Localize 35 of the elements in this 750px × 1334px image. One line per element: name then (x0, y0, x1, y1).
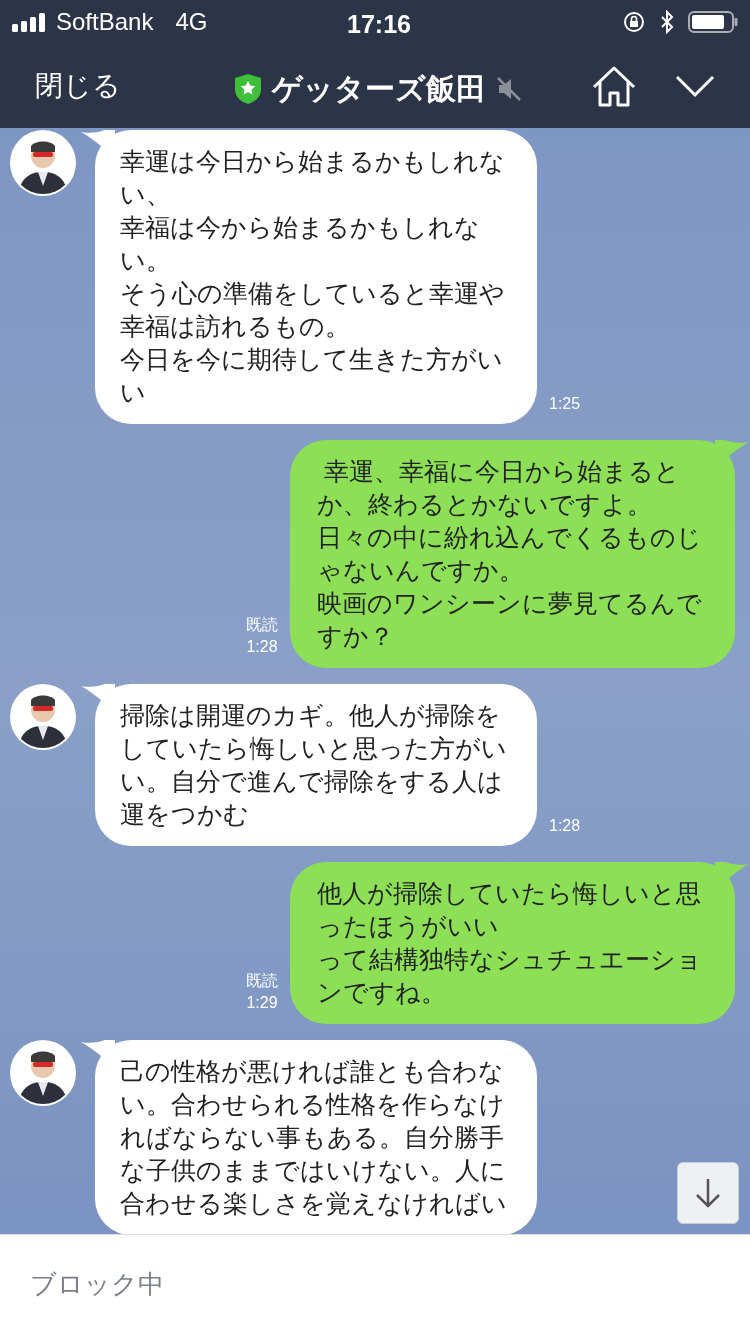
arrow-down-icon (694, 1177, 722, 1209)
verified-shield-icon (234, 72, 262, 105)
avatar[interactable] (10, 684, 76, 750)
signal-icon (12, 12, 48, 32)
message-text: 映画のワンシーンに夢見てるんですか？ (317, 588, 703, 652)
message-text: 他人が掃除していたら悔しいと思ったほうがいい (317, 878, 702, 942)
battery-icon (688, 10, 738, 34)
collapse-button[interactable] (675, 74, 715, 98)
home-button[interactable] (591, 65, 637, 107)
avatar[interactable] (10, 130, 76, 196)
message-time: 1:25 (549, 394, 581, 414)
message-text: 幸運は今日から始まるかもしれない、 (120, 146, 506, 210)
blocked-status: ブロック中 (30, 1268, 164, 1301)
message-text: 日々の中に紛れ込んでくるものじゃないんですか。 (317, 522, 703, 586)
message-text: 今日を今に期待して生きた方がいい (120, 344, 504, 408)
message-text: 己の性格が悪ければ誰とも合わない。合わせられる性格を作らなければならない事もある。自分勝手な子供のままではいけない。人に合わせる楽しさを覚えなければい (120, 1056, 508, 1219)
read-receipt: 既読 (246, 615, 278, 635)
bluetooth-icon (660, 10, 674, 34)
message-time: 1:28 (549, 816, 581, 836)
message-time: 1:29 (246, 993, 278, 1013)
rotation-lock-icon (622, 10, 646, 34)
message-text: 掃除は開運のカギ。他人が掃除をしていたら悔しいと思った方がいい。自分で進んで掃除をする人は運をつかむ (120, 700, 508, 830)
message-text: そう心の準備をしていると幸運や幸福は訪れるもの。 (120, 278, 506, 342)
chat-title: ゲッターズ飯田 (272, 71, 486, 107)
message-text: 幸運、幸福に今日から始まるとか、終わるとかないですよ。 (317, 456, 681, 520)
message-time: 1:28 (246, 637, 278, 657)
carrier-name: SoftBank (56, 7, 154, 37)
message-text: って結構独特なシュチュエーションですね。 (317, 944, 703, 1008)
network-type: 4G (175, 7, 208, 37)
message-text: 幸福は今から始まるかもしれない。 (120, 212, 481, 276)
avatar[interactable] (10, 1040, 76, 1106)
read-receipt: 既読 (246, 971, 278, 991)
clock-time: 17:16 (347, 9, 411, 40)
scroll-down-button[interactable] (677, 1162, 739, 1224)
close-button[interactable]: 閉じる (35, 65, 121, 107)
